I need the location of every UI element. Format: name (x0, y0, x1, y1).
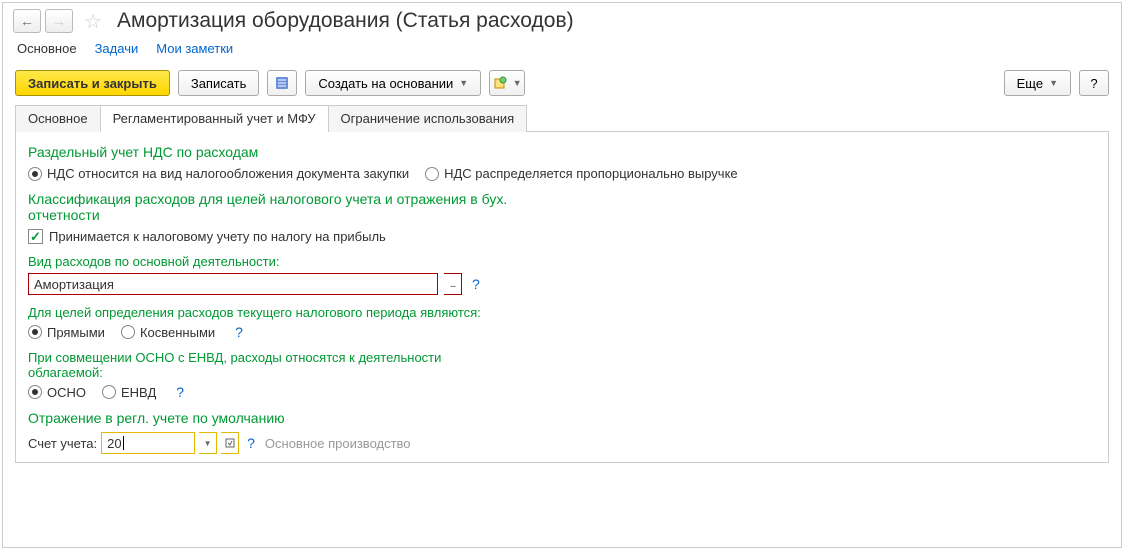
tax-period-direct-label: Прямыми (47, 325, 105, 340)
section-classification-title: Классификация расходов для целей налогов… (28, 191, 548, 223)
nav-tabs: Основное Задачи Мои заметки (3, 37, 1121, 66)
help-icon[interactable]: ? (472, 276, 480, 292)
vat-radio-doc[interactable]: НДС относится на вид налогообложения док… (28, 166, 409, 181)
chevron-down-icon: ▼ (204, 439, 212, 448)
list-icon (275, 76, 289, 90)
create-based-label: Создать на основании (318, 76, 453, 91)
tab-usage-restriction[interactable]: Ограничение использования (328, 105, 528, 132)
osno-envd-radio-group: ОСНО ЕНВД ? (28, 384, 1096, 400)
toolbar: Записать и закрыть Записать Создать на о… (3, 66, 1121, 104)
tab-main[interactable]: Основное (15, 105, 101, 132)
account-input[interactable]: 20 (101, 432, 195, 454)
section-vat-title: Раздельный учет НДС по расходам (28, 144, 1096, 160)
tax-period-indirect[interactable]: Косвенными (121, 325, 215, 340)
list-icon-button[interactable] (267, 70, 297, 96)
help-icon[interactable]: ? (176, 384, 184, 400)
radio-icon (425, 167, 439, 181)
vat-radio-doc-label: НДС относится на вид налогообложения док… (47, 166, 409, 181)
expense-type-row: Амортизация ... ? (28, 273, 1096, 295)
tax-accepted-label: Принимается к налоговому учету по налогу… (49, 229, 386, 244)
account-value: 20 (107, 436, 121, 451)
window: ← → ☆ Амортизация оборудования (Статья р… (2, 2, 1122, 548)
more-button[interactable]: Еще ▼ (1004, 70, 1071, 96)
account-row: Счет учета: 20 ▼ ? Основное производство (28, 432, 1096, 454)
form-body: Раздельный учет НДС по расходам НДС отно… (15, 132, 1109, 463)
radio-icon (28, 325, 42, 339)
attach-button[interactable]: ▼ (489, 70, 525, 96)
expense-type-select-button[interactable]: ... (444, 273, 462, 295)
chevron-down-icon: ▼ (1049, 78, 1058, 88)
nav-tab-main[interactable]: Основное (17, 41, 77, 56)
vat-radio-revenue[interactable]: НДС распределяется пропорционально выруч… (425, 166, 738, 181)
save-button[interactable]: Записать (178, 70, 260, 96)
text-cursor (123, 436, 124, 450)
vat-radio-revenue-label: НДС распределяется пропорционально выруч… (444, 166, 738, 181)
header: ← → ☆ Амортизация оборудования (Статья р… (3, 3, 1121, 37)
tax-period-indirect-label: Косвенными (140, 325, 215, 340)
chevron-down-icon: ▼ (513, 78, 522, 88)
nav-tab-notes[interactable]: Мои заметки (156, 41, 233, 56)
create-based-button[interactable]: Создать на основании ▼ (305, 70, 481, 96)
save-close-button[interactable]: Записать и закрыть (15, 70, 170, 96)
osno-radio[interactable]: ОСНО (28, 385, 86, 400)
account-hint: Основное производство (265, 436, 411, 451)
expense-type-input[interactable]: Амортизация (28, 273, 438, 295)
tab-reg-accounting[interactable]: Регламентированный учет и МФУ (100, 105, 329, 132)
account-dropdown-button[interactable]: ▼ (199, 432, 217, 454)
nav-tab-tasks[interactable]: Задачи (95, 41, 139, 56)
envd-radio-label: ЕНВД (121, 385, 156, 400)
help-icon[interactable]: ? (247, 435, 255, 451)
account-open-button[interactable] (221, 432, 239, 454)
page-title: Амортизация оборудования (Статья расходо… (117, 9, 574, 33)
osno-envd-label: При совмещении ОСНО с ЕНВД, расходы отно… (28, 350, 448, 380)
expense-type-label: Вид расходов по основной деятельности: (28, 254, 1096, 269)
favorite-icon[interactable]: ☆ (81, 9, 105, 33)
tax-period-label: Для целей определения расходов текущего … (28, 305, 508, 320)
attach-icon (493, 76, 507, 90)
osno-radio-label: ОСНО (47, 385, 86, 400)
expense-type-value: Амортизация (34, 277, 114, 292)
forward-button[interactable]: → (45, 9, 73, 33)
chevron-down-icon: ▼ (459, 78, 468, 88)
section-reg-default-title: Отражение в регл. учете по умолчанию (28, 410, 1096, 426)
tax-period-radio-group: Прямыми Косвенными ? (28, 324, 1096, 340)
vat-radio-group: НДС относится на вид налогообложения док… (28, 166, 1096, 181)
radio-icon (28, 385, 42, 399)
checkbox-icon: ✓ (28, 229, 43, 244)
envd-radio[interactable]: ЕНВД (102, 385, 156, 400)
tax-accepted-checkbox-row[interactable]: ✓ Принимается к налоговому учету по нало… (28, 229, 1096, 244)
help-icon[interactable]: ? (235, 324, 243, 340)
tax-period-direct[interactable]: Прямыми (28, 325, 105, 340)
open-icon (225, 438, 235, 448)
more-label: Еще (1017, 76, 1043, 91)
form-tabs: Основное Регламентированный учет и МФУ О… (15, 104, 1109, 132)
back-button[interactable]: ← (13, 9, 41, 33)
account-label: Счет учета: (28, 436, 97, 451)
radio-icon (28, 167, 42, 181)
radio-icon (102, 385, 116, 399)
help-button[interactable]: ? (1079, 70, 1109, 96)
radio-icon (121, 325, 135, 339)
